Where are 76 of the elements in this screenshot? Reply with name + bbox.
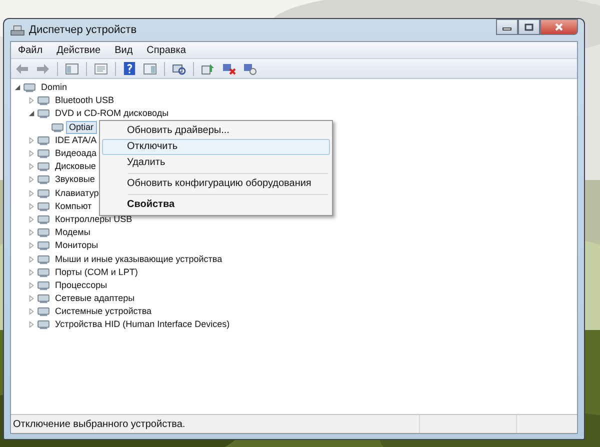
tree-item[interactable]: Компьют [52, 200, 95, 213]
tree-item[interactable]: Сетевые адаптеры [52, 292, 138, 306]
collapsed-arrow-icon[interactable] [28, 216, 34, 223]
tree-item[interactable]: Клавиатур [52, 186, 102, 200]
tree-item[interactable]: Процессоры [52, 278, 110, 292]
menu-item[interactable]: Вид [114, 44, 133, 56]
expanded-arrow-icon[interactable] [28, 110, 34, 118]
tree-item[interactable]: Мониторы [52, 239, 102, 252]
collapsed-arrow-icon[interactable] [28, 202, 34, 210]
context-menu-item[interactable]: Обновить драйверы... [102, 123, 330, 139]
device-icon [37, 134, 50, 146]
device-icon [51, 122, 64, 133]
collapsed-arrow-icon[interactable] [28, 268, 34, 276]
collapsed-arrow-icon[interactable] [28, 256, 34, 263]
device-icon [37, 293, 50, 304]
device-icon [37, 95, 50, 106]
action-pane-button[interactable] [141, 60, 159, 76]
device-icon [37, 161, 50, 172]
device-icon [37, 319, 50, 330]
tree-item[interactable]: Domin [38, 81, 70, 94]
tree-item[interactable]: Устройства HID (Human Interface Devices) [52, 318, 233, 332]
device-icon [37, 174, 50, 186]
tree-item[interactable]: DVD и CD-ROM дисководы [52, 107, 172, 120]
window-title: Диспетчер устройств [29, 24, 137, 36]
context-menu-item[interactable]: Отключить [102, 139, 330, 155]
close-button[interactable] [540, 19, 578, 35]
tree-item[interactable]: Системные устройства [52, 305, 155, 318]
menu-item[interactable]: Файл [18, 44, 43, 56]
collapsed-arrow-icon[interactable] [28, 163, 34, 170]
close-icon [554, 23, 564, 31]
minimize-button[interactable] [496, 19, 518, 35]
tree-item[interactable]: Optiar [66, 120, 97, 134]
tree-item[interactable]: Звуковые [52, 173, 98, 186]
collapsed-arrow-icon[interactable] [28, 229, 34, 236]
properties-button[interactable] [92, 60, 110, 76]
device-icon [23, 82, 36, 94]
tree-item[interactable]: Дисковые [52, 160, 99, 174]
collapsed-arrow-icon[interactable] [28, 136, 34, 144]
device-icon [37, 227, 50, 238]
tree-item[interactable]: Bluetooth USB [52, 94, 118, 108]
collapsed-arrow-icon[interactable] [28, 97, 34, 104]
device-icon [37, 254, 50, 265]
tree-item[interactable]: IDE ATA/A [52, 134, 100, 147]
tree-item[interactable]: Видеоада [52, 147, 100, 160]
tree-pane-button[interactable] [63, 60, 81, 76]
tree-item[interactable]: Модемы [52, 226, 94, 240]
device-icon [37, 188, 50, 199]
menu-item[interactable]: Действие [56, 44, 101, 56]
context-menu-item[interactable]: Свойства [102, 197, 330, 213]
collapsed-arrow-icon[interactable] [28, 176, 34, 184]
collapsed-arrow-icon[interactable] [28, 282, 34, 289]
context-menu-item[interactable]: Обновить конфигурацию оборудования [102, 176, 330, 192]
help-button[interactable] [121, 60, 138, 76]
tree-item[interactable]: Мыши и иные указывающие устройства [52, 252, 226, 266]
device-icon [37, 148, 50, 160]
collapsed-arrow-icon[interactable] [28, 295, 34, 302]
collapsed-arrow-icon[interactable] [28, 308, 34, 316]
tree-item[interactable]: Контроллеры USB [52, 212, 136, 226]
tree-item[interactable]: Порты (COM и LPT) [52, 266, 141, 279]
collapsed-arrow-icon[interactable] [28, 150, 34, 158]
collapsed-arrow-icon[interactable] [28, 190, 34, 197]
collapsed-arrow-icon[interactable] [28, 321, 34, 328]
expanded-arrow-icon[interactable] [14, 84, 20, 92]
device-icon [37, 240, 50, 252]
context-menu-item[interactable]: Удалить [102, 155, 330, 171]
maximize-icon [524, 23, 534, 31]
device-icon [37, 108, 50, 120]
status-text: Отключение выбранного устройства. [12, 418, 186, 430]
device-icon [37, 280, 50, 291]
device-icon [37, 200, 50, 212]
collapsed-arrow-icon[interactable] [28, 242, 34, 250]
device-icon [37, 266, 50, 278]
device-icon [37, 214, 50, 225]
maximize-button[interactable] [518, 19, 540, 35]
menu-item[interactable]: Справка [146, 44, 186, 56]
device-icon [37, 306, 50, 318]
